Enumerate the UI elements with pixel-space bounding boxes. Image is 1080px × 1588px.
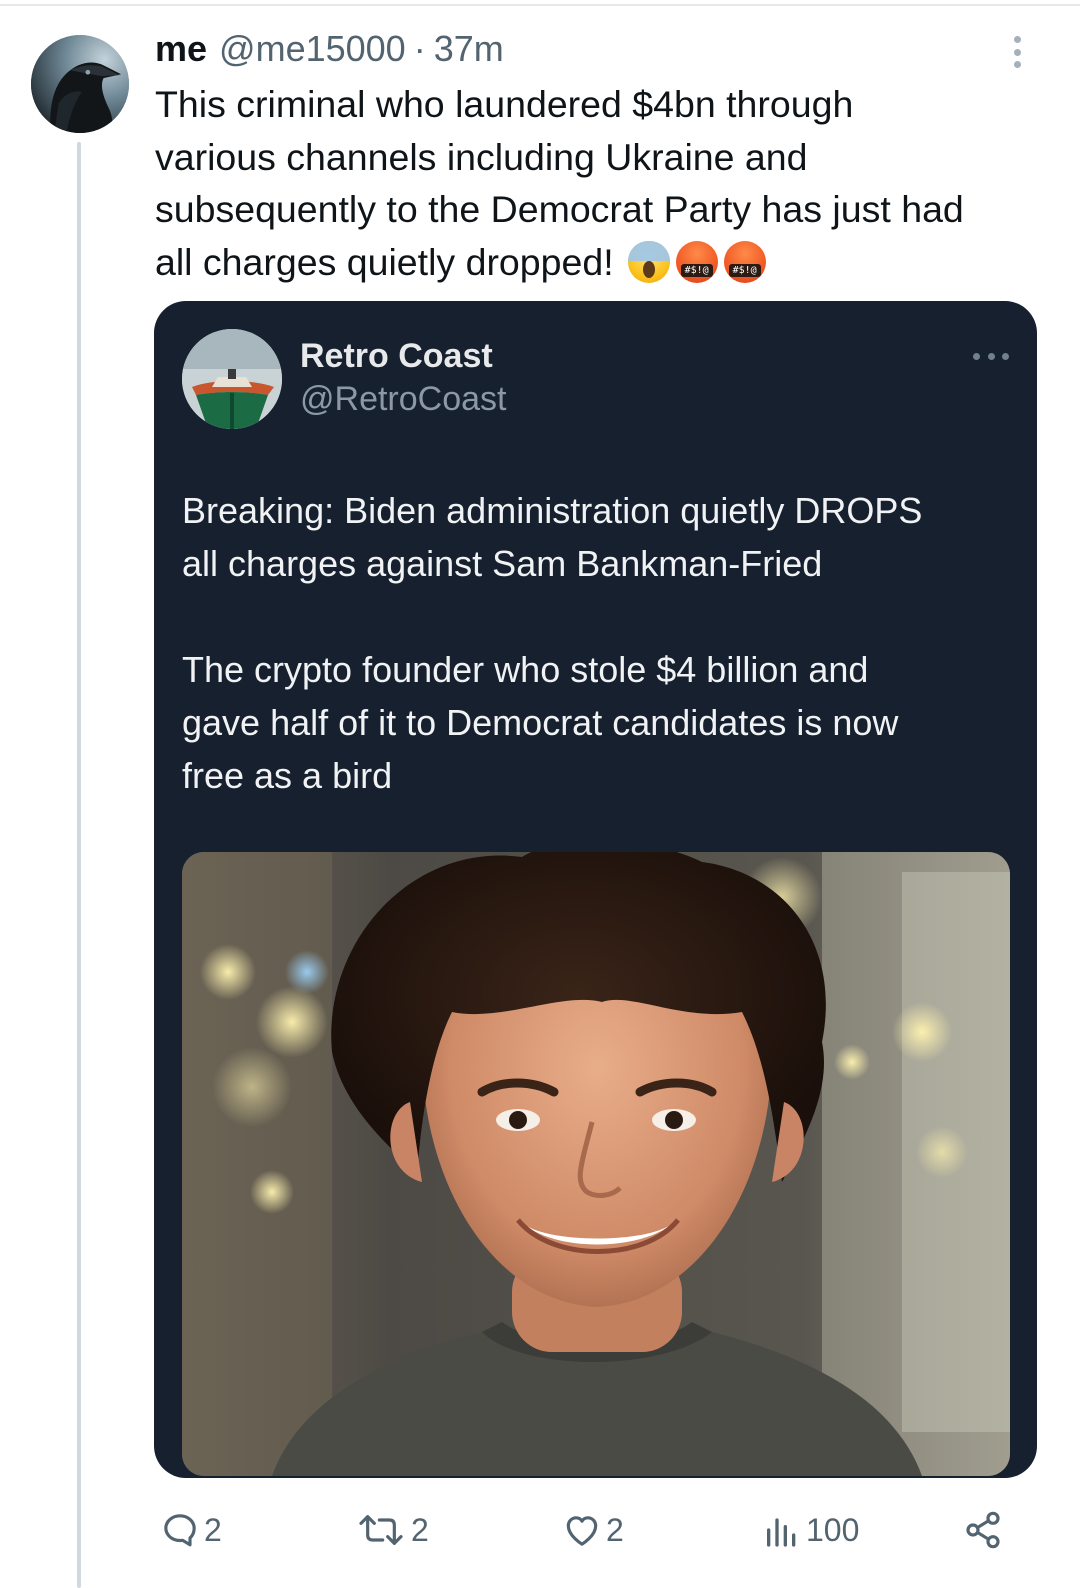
- thread-line: [77, 142, 81, 1588]
- face-screaming-in-fear-emoji-icon: [627, 240, 670, 283]
- avatar[interactable]: [31, 35, 129, 133]
- portrait-photo-image: [182, 852, 1010, 1476]
- views-button[interactable]: 100: [762, 1500, 859, 1560]
- like-button[interactable]: 2: [562, 1500, 624, 1560]
- tweet-text: This criminal who laundered $4bn through…: [155, 78, 1055, 288]
- reply-count: 2: [204, 1511, 222, 1548]
- author-name[interactable]: me: [155, 28, 207, 70]
- tweet-actions-bar: 2 2 2 100: [0, 1500, 1080, 1560]
- tweet-text-line: subsequently to the Democrat Party has j…: [155, 188, 964, 230]
- repost-button[interactable]: 2: [355, 1500, 429, 1560]
- tweet-text-line: all charges quietly dropped!: [155, 240, 614, 283]
- tweet-text-line: This criminal who laundered $4bn through: [155, 83, 854, 125]
- quoted-text-line: all charges against Sam Bankman-Fried: [182, 543, 823, 584]
- quoted-more-options-icon[interactable]: [973, 349, 1009, 363]
- top-divider: [0, 4, 1080, 6]
- heart-icon: [566, 1516, 598, 1546]
- tweet-text-line: various channels including Ukraine and: [155, 135, 808, 178]
- raven-avatar-image: [31, 35, 129, 133]
- quoted-text-line: Breaking: Biden administration quietly D…: [182, 490, 923, 531]
- face-with-symbols-on-mouth-emoji-icon: [675, 240, 718, 283]
- tweet-text-line-last: all charges quietly dropped!: [155, 236, 1055, 289]
- views-count: 100: [806, 1511, 860, 1548]
- quoted-author-name[interactable]: Retro Coast: [300, 337, 493, 376]
- boat-avatar-image: [182, 329, 282, 429]
- reply-button[interactable]: 2: [160, 1500, 222, 1560]
- quoted-text-line: gave half of it to Democrat candidates i…: [182, 702, 899, 743]
- share-button[interactable]: [963, 1500, 1003, 1560]
- bar-chart-icon: [767, 1518, 796, 1547]
- author-handle[interactable]: @me15000: [219, 28, 406, 70]
- quoted-author-avatar[interactable]: [182, 329, 282, 429]
- quoted-text-line: The crypto founder who stole $4 billion …: [182, 649, 869, 690]
- repost-arrows-icon: [359, 1515, 403, 1545]
- repost-count: 2: [411, 1511, 429, 1548]
- quoted-tweet-photo[interactable]: [182, 852, 1010, 1476]
- like-count: 2: [606, 1511, 624, 1548]
- tweet-view: me @me15000 · 37m This criminal who laun…: [0, 0, 1080, 1588]
- quoted-author-handle[interactable]: @RetroCoast: [300, 380, 506, 419]
- quoted-tweet-text: Breaking: Biden administration quietly D…: [182, 484, 1022, 802]
- speech-bubble-icon: [164, 1514, 196, 1547]
- more-options-icon[interactable]: [1002, 32, 1032, 72]
- tweet-header: me @me15000 · 37m: [155, 28, 504, 74]
- share-nodes-icon: [966, 1511, 1000, 1549]
- timestamp[interactable]: 37m: [434, 28, 504, 70]
- separator-dot: ·: [413, 28, 426, 69]
- quoted-text-line: free as a bird: [182, 755, 393, 796]
- face-with-symbols-on-mouth-emoji-icon: [723, 240, 766, 283]
- quoted-tweet-card[interactable]: Retro Coast @RetroCoast Breaking: Biden …: [154, 301, 1037, 1478]
